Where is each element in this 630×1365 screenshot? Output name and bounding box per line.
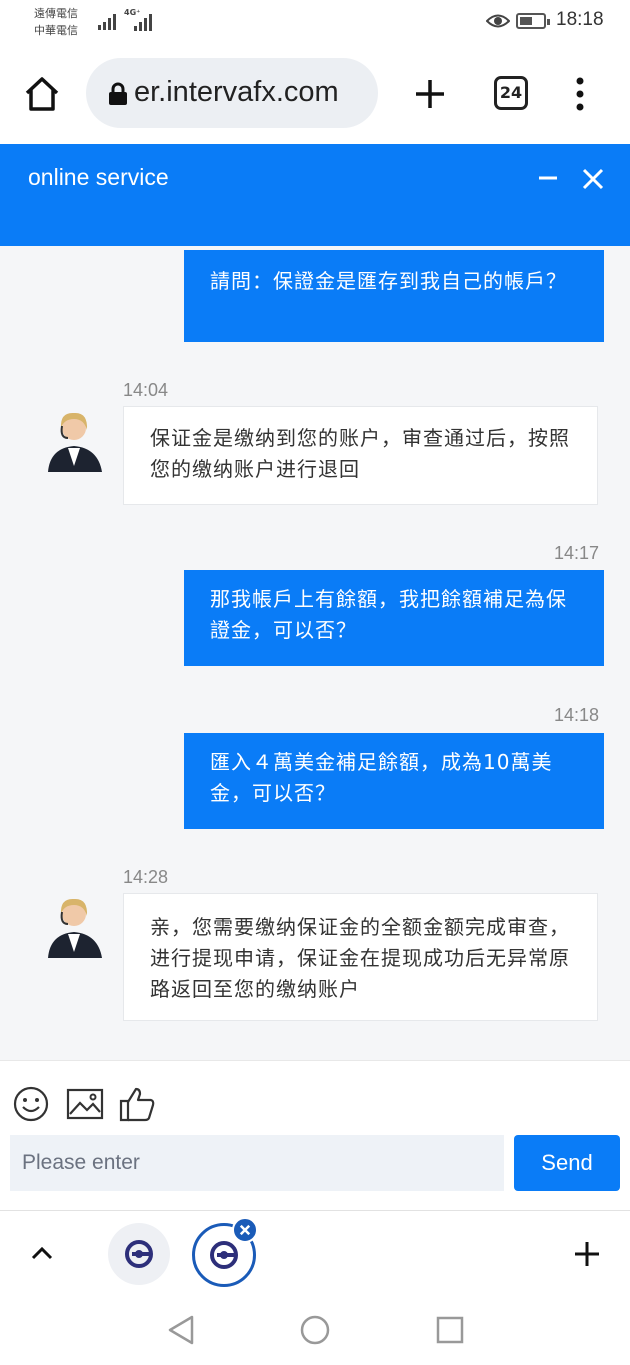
message-time: 14:28 bbox=[123, 867, 169, 887]
thumbs-up-icon[interactable] bbox=[118, 1085, 156, 1123]
more-menu-icon[interactable] bbox=[566, 76, 594, 112]
close-tab-icon[interactable] bbox=[232, 1217, 258, 1243]
tab-thumbnail[interactable] bbox=[108, 1223, 170, 1285]
image-icon[interactable] bbox=[66, 1085, 104, 1123]
browser-toolbar: er.intervafx.com 24 bbox=[0, 46, 630, 144]
message-outgoing: 請問：保證金是匯存到我自己的帳戶？ bbox=[184, 250, 604, 342]
carrier-labels: 遠傳電信 中華電信 bbox=[34, 5, 78, 39]
tab-switcher-button[interactable]: 24 bbox=[494, 76, 528, 110]
message-text: 匯入４萬美金補足餘額，成為10萬美金，可以否？ bbox=[210, 750, 553, 805]
message-text: 那我帳戶上有餘額，我把餘額補足為保證金，可以否？ bbox=[210, 587, 567, 642]
close-icon[interactable] bbox=[580, 166, 606, 192]
message-text: 請問：保證金是匯存到我自己的帳戶？ bbox=[210, 269, 567, 293]
message-input[interactable] bbox=[10, 1135, 504, 1191]
agent-avatar bbox=[44, 892, 106, 958]
home-icon[interactable] bbox=[22, 74, 62, 114]
chat-messages: 請問：保證金是匯存到我自己的帳戶？ 14:04 保证金是缴纳到您的账户，审查通过… bbox=[0, 246, 630, 1060]
minimize-icon[interactable] bbox=[536, 166, 560, 190]
message-text: 保证金是缴纳到您的账户，审查通过后，按照您的缴纳账户进行退回 bbox=[150, 426, 570, 481]
recent-apps-icon[interactable] bbox=[436, 1316, 464, 1344]
chat-title: online service bbox=[28, 164, 169, 190]
new-tab-icon[interactable] bbox=[410, 74, 450, 114]
message-outgoing: 匯入４萬美金補足餘額，成為10萬美金，可以否？ bbox=[184, 733, 604, 829]
status-bar: 遠傳電信 中華電信 4G⁺ 18:18 bbox=[0, 0, 630, 46]
system-navigation-bar bbox=[0, 1296, 630, 1365]
message-time: 14:17 bbox=[554, 543, 600, 563]
signal-icon bbox=[98, 14, 116, 30]
message-incoming: 保证金是缴纳到您的账户，审查通过后，按照您的缴纳账户进行退回 bbox=[123, 406, 598, 505]
message-time: 14:18 bbox=[554, 705, 600, 725]
message-time: 14:04 bbox=[123, 380, 169, 400]
signal-icon-2 bbox=[134, 14, 152, 31]
agent-avatar bbox=[44, 406, 106, 472]
message-text: 亲，您需要缴纳保证金的全额金额完成审查，进行提现申请，保证金在提现成功后无异常原… bbox=[150, 915, 570, 1001]
clock: 18:18 bbox=[556, 9, 604, 30]
add-icon[interactable] bbox=[572, 1239, 602, 1269]
carrier-2: 中華電信 bbox=[34, 24, 78, 37]
home-circle-icon[interactable] bbox=[300, 1314, 330, 1346]
send-button[interactable]: Send bbox=[514, 1135, 620, 1191]
lock-icon bbox=[109, 82, 127, 105]
eye-icon bbox=[486, 14, 510, 28]
chat-header: online service bbox=[0, 144, 630, 246]
message-composer: Send bbox=[0, 1060, 630, 1210]
message-outgoing: 那我帳戶上有餘額，我把餘額補足為保證金，可以否？ bbox=[184, 570, 604, 666]
carrier-1: 遠傳電信 bbox=[34, 7, 78, 20]
back-icon[interactable] bbox=[166, 1314, 196, 1346]
message-incoming: 亲，您需要缴纳保证金的全额金额完成审查，进行提现申请，保证金在提现成功后无异常原… bbox=[123, 893, 598, 1021]
url-text[interactable]: er.intervafx.com bbox=[134, 76, 339, 109]
smiley-icon[interactable] bbox=[12, 1085, 50, 1123]
battery-level bbox=[520, 17, 532, 25]
site-logo-icon bbox=[125, 1240, 153, 1268]
battery-icon bbox=[516, 13, 550, 29]
chevron-up-icon[interactable] bbox=[28, 1239, 56, 1267]
bottom-browser-toolbar bbox=[0, 1210, 630, 1296]
address-bar[interactable]: er.intervafx.com bbox=[86, 58, 378, 128]
